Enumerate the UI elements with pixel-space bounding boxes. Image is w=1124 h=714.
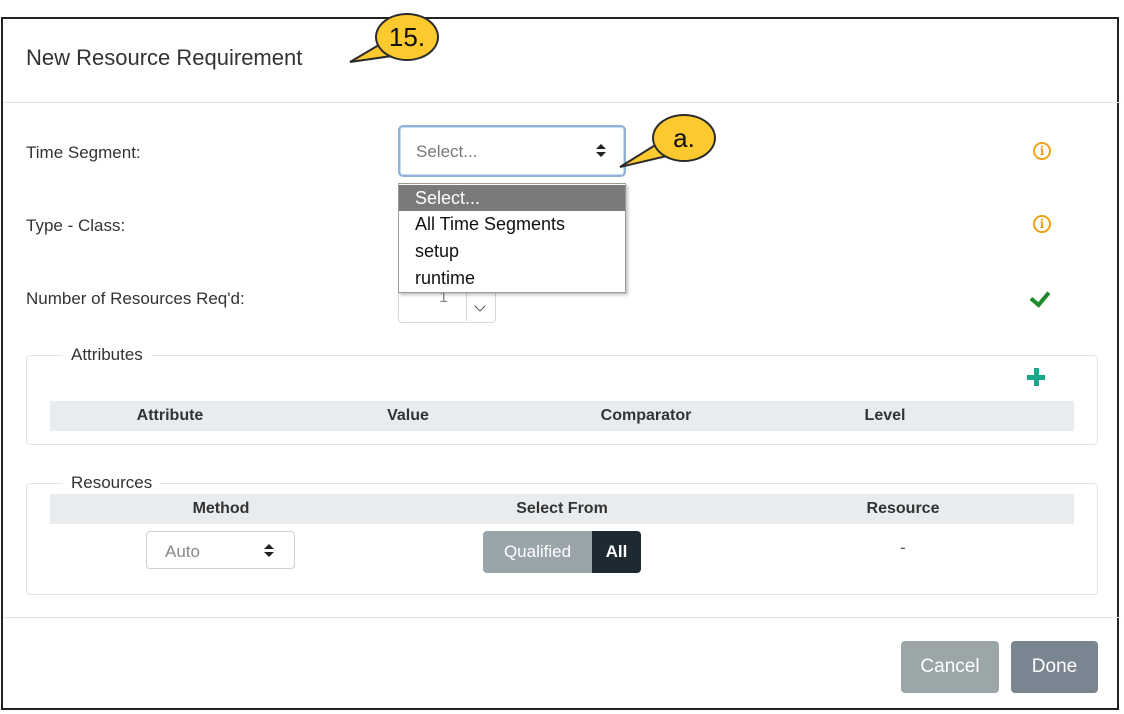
column-header-comparator: Comparator [600, 407, 692, 424]
column-header-level: Level [864, 407, 906, 424]
attributes-fieldset [26, 355, 1098, 445]
dropdown-option-runtime[interactable]: runtime [399, 265, 625, 292]
column-header-resource: Resource [866, 500, 940, 517]
select-from-all-button[interactable]: All [592, 531, 641, 573]
plus-icon[interactable] [1027, 368, 1045, 386]
column-header-method: Method [192, 500, 250, 517]
method-select[interactable]: Auto [146, 531, 295, 569]
updown-icon [264, 544, 274, 558]
chevron-down-icon [474, 300, 486, 312]
attributes-table-header: Attribute Value Comparator Level [50, 401, 1074, 431]
time-segment-select[interactable]: Select... [398, 125, 626, 177]
num-resources-label: Number of Resources Req'd: [26, 289, 245, 308]
resources-legend: Resources [63, 473, 161, 493]
dropdown-option-setup[interactable]: setup [399, 238, 625, 265]
time-segment-dropdown: Select... All Time Segments setup runtim… [398, 183, 626, 293]
attributes-legend: Attributes [63, 345, 151, 365]
substep-callout: a. [652, 114, 716, 162]
resource-value: - [900, 538, 906, 557]
type-class-label: Type - Class: [26, 216, 126, 235]
info-icon[interactable]: i [1033, 142, 1051, 160]
column-header-value: Value [387, 407, 429, 424]
dropdown-option-all-time-segments[interactable]: All Time Segments [399, 211, 625, 238]
dropdown-option-select[interactable]: Select... [399, 185, 625, 211]
stepper-down-button[interactable] [466, 293, 495, 321]
column-header-attribute: Attribute [136, 407, 204, 424]
time-segment-value: Select... [416, 142, 478, 161]
cancel-button[interactable]: Cancel [901, 641, 999, 693]
resources-table-header: Method Select From Resource [50, 494, 1074, 524]
method-value: Auto [165, 542, 200, 561]
dialog-title: New Resource Requirement [26, 45, 303, 70]
step-callout: 15. [375, 13, 439, 61]
time-segment-label: Time Segment: [26, 143, 141, 162]
footer-divider [3, 617, 1121, 618]
info-icon[interactable]: i [1033, 215, 1051, 233]
select-from-qualified-button[interactable]: Qualified [483, 531, 592, 573]
done-button[interactable]: Done [1011, 641, 1098, 693]
header-divider [3, 102, 1121, 103]
column-header-select-from: Select From [516, 500, 608, 517]
